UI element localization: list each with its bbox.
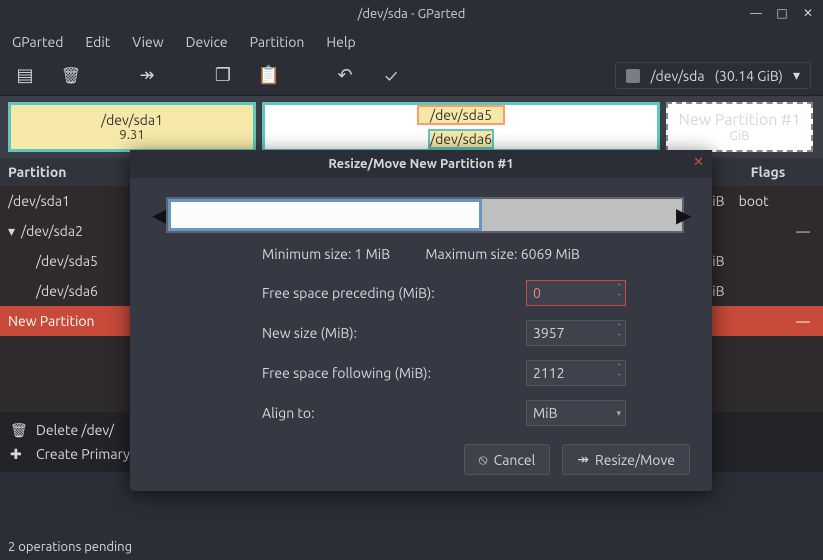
- expand-toggle-icon[interactable]: ▾: [8, 223, 15, 240]
- slider-track[interactable]: [166, 197, 684, 233]
- slider-right-arrow-icon[interactable]: ▶: [676, 203, 690, 227]
- graph-sda5[interactable]: /dev/sda5: [417, 105, 505, 125]
- row-flags: boot: [739, 193, 769, 209]
- slider-handle[interactable]: [168, 199, 482, 231]
- following-input[interactable]: 2112ˆˇ: [526, 360, 626, 386]
- graph-newpart-sub: GiB: [729, 129, 749, 143]
- graph-new-partition[interactable]: New Partition #1 GiB: [666, 102, 813, 152]
- new-partition-icon[interactable]: ▤: [12, 63, 38, 89]
- minimize-button[interactable]: —: [747, 4, 765, 22]
- delete-op-icon: 🗑: [10, 422, 26, 439]
- menu-gparted[interactable]: GParted: [12, 34, 63, 50]
- graph-sda1[interactable]: /dev/sda1 9.31: [8, 102, 256, 152]
- delete-icon[interactable]: 🗑: [58, 63, 84, 89]
- resize-move-dialog: Resize/Move New Partition #1 ✕ ◀ ▶ Minim…: [130, 150, 712, 491]
- create-op-icon: ✚: [10, 446, 26, 463]
- chevron-down-icon: ▾: [616, 401, 621, 425]
- menu-partition[interactable]: Partition: [250, 34, 305, 50]
- graph-sda6[interactable]: /dev/sda6: [428, 129, 494, 149]
- resize-arrow-icon: ↠: [577, 451, 589, 468]
- cancel-button[interactable]: ⦸Cancel: [464, 444, 551, 475]
- menu-help[interactable]: Help: [326, 34, 355, 50]
- preceding-label: Free space preceding (MiB):: [262, 285, 435, 301]
- align-combo[interactable]: MiB▾: [526, 400, 626, 426]
- paste-icon[interactable]: 📋: [256, 63, 282, 89]
- dialog-title: Resize/Move New Partition #1: [328, 157, 513, 171]
- row-unit: —: [783, 223, 823, 239]
- disk-icon: [626, 69, 640, 83]
- new-size-label: New size (MiB):: [262, 325, 357, 341]
- spinner-icon[interactable]: ˆˇ: [618, 321, 621, 345]
- spinner-icon[interactable]: ˆˇ: [618, 361, 621, 385]
- partition-slider[interactable]: ◀ ▶: [152, 192, 690, 238]
- menu-view[interactable]: View: [132, 34, 163, 50]
- chevron-down-icon: ▾: [793, 67, 800, 84]
- titlebar: /dev/sda - GParted — □ ✕: [0, 0, 823, 28]
- spinner-icon[interactable]: ˆˇ: [618, 281, 621, 305]
- menu-device[interactable]: Device: [186, 34, 228, 50]
- device-size: (30.14 GiB): [715, 68, 783, 84]
- graph-sda1-size: 9.31: [119, 128, 144, 142]
- statusbar: 2 operations pending: [0, 538, 823, 560]
- graph-newpart-label: New Partition #1: [678, 111, 800, 129]
- partition-graph: /dev/sda1 9.31 /dev/sda5 /dev/sda6 New P…: [0, 96, 823, 158]
- resize-icon[interactable]: ↠: [134, 63, 160, 89]
- window-title: /dev/sda - GParted: [358, 7, 466, 21]
- graph-sda5-label: /dev/sda5: [430, 107, 492, 123]
- toolbar: ▤ 🗑 ↠ ❐ 📋 ↶ ✓ /dev/sda (30.14 GiB) ▾: [0, 56, 823, 96]
- copy-icon[interactable]: ❐: [210, 63, 236, 89]
- device-path: /dev/sda: [650, 68, 704, 84]
- graph-extended: /dev/sda5 /dev/sda6: [262, 102, 660, 152]
- row-name: /dev/sda6: [36, 283, 98, 299]
- row-name: New Partition: [8, 313, 95, 329]
- cancel-icon: ⦸: [479, 451, 488, 468]
- max-size-label: Maximum size: 6069 MiB: [425, 246, 580, 262]
- size-limits: Minimum size: 1 MiB Maximum size: 6069 M…: [152, 246, 690, 262]
- row-unit: —: [783, 313, 823, 329]
- undo-icon[interactable]: ↶: [332, 63, 358, 89]
- min-size-label: Minimum size: 1 MiB: [262, 246, 390, 262]
- graph-sda6-label: /dev/sda6: [430, 131, 492, 147]
- close-window-button[interactable]: ✕: [799, 4, 817, 22]
- graph-sda1-label: /dev/sda1: [101, 112, 163, 128]
- following-label: Free space following (MiB):: [262, 365, 431, 381]
- new-size-input[interactable]: 3957ˆˇ: [526, 320, 626, 346]
- row-name: /dev/sda1: [8, 193, 70, 209]
- pending-op-text: Delete /dev/: [36, 422, 114, 438]
- row-name: /dev/sda5: [36, 253, 98, 269]
- device-selector[interactable]: /dev/sda (30.14 GiB) ▾: [615, 62, 811, 89]
- slider-left-arrow-icon[interactable]: ◀: [152, 203, 166, 227]
- dialog-close-button[interactable]: ✕: [693, 155, 704, 170]
- col-flags[interactable]: Flags: [713, 164, 823, 180]
- maximize-button[interactable]: □: [773, 4, 791, 22]
- menu-edit[interactable]: Edit: [85, 34, 110, 50]
- col-partition[interactable]: Partition: [0, 164, 140, 180]
- preceding-input[interactable]: 0ˆˇ: [526, 280, 626, 306]
- apply-icon[interactable]: ✓: [378, 63, 404, 89]
- row-name: /dev/sda2: [21, 223, 83, 239]
- align-label: Align to:: [262, 405, 315, 421]
- menubar: GParted Edit View Device Partition Help: [0, 28, 823, 56]
- dialog-titlebar: Resize/Move New Partition #1 ✕: [130, 150, 712, 178]
- resize-move-button[interactable]: ↠Resize/Move: [562, 444, 690, 475]
